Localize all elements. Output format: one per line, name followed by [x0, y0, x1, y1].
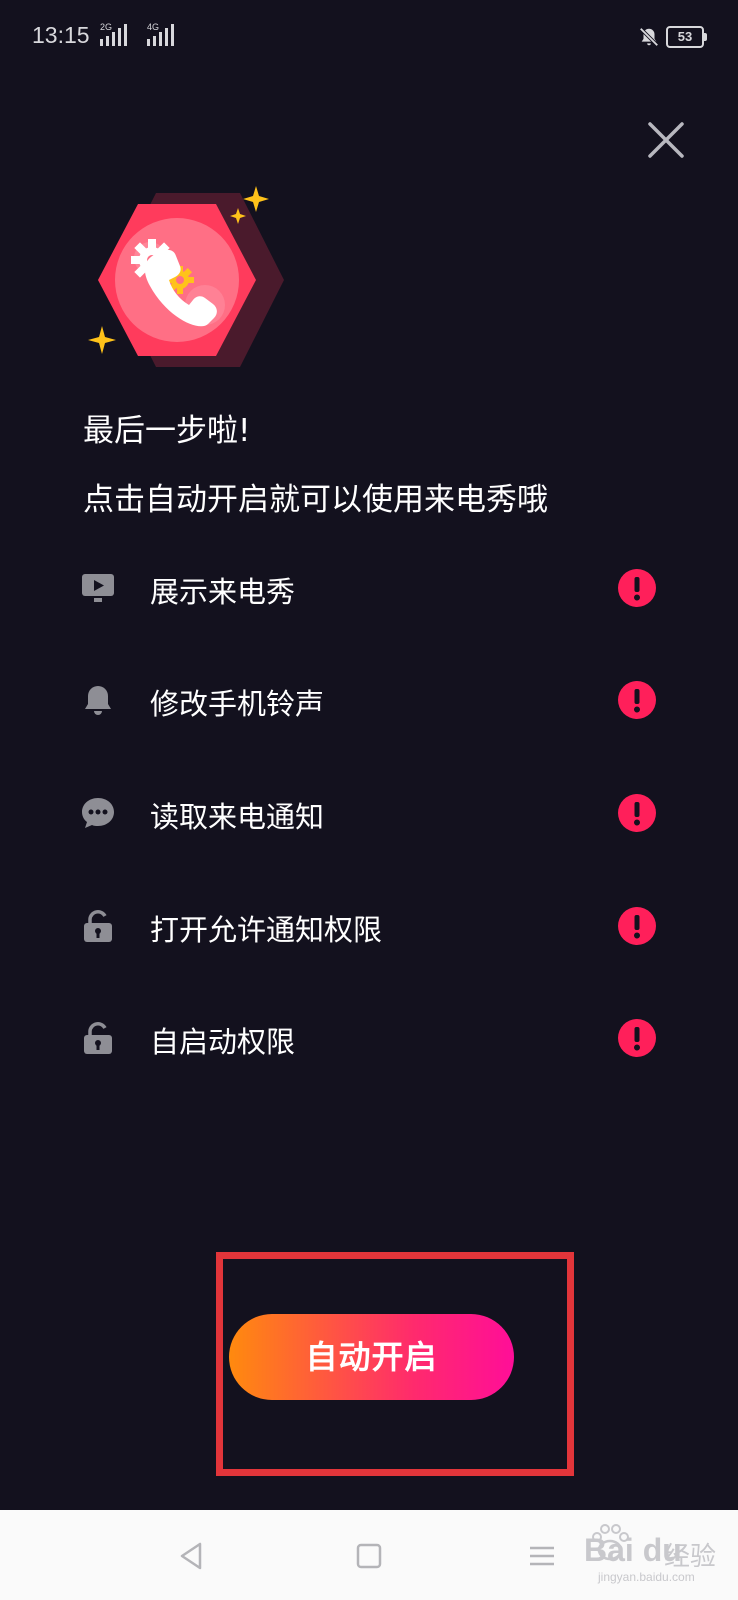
- baidu-watermark: Bai du 经验 jingyan.baidu.com: [532, 1524, 732, 1594]
- warning-icon: [618, 1019, 656, 1057]
- permission-row-show-call[interactable]: 展示来电秀: [0, 553, 738, 623]
- lock-icon: [84, 910, 112, 942]
- permission-label: 修改手机铃声: [150, 687, 325, 721]
- warning-icon: [618, 569, 656, 607]
- bell-icon: [85, 686, 111, 715]
- permission-row-ringtone[interactable]: 修改手机铃声: [0, 665, 738, 735]
- warning-icon: [618, 907, 656, 945]
- back-triangle-icon[interactable]: [170, 1534, 214, 1578]
- permission-label: 打开允许通知权限: [150, 913, 383, 947]
- bell-off-icon: [639, 27, 659, 47]
- lock-icon: [84, 1022, 112, 1054]
- permission-row-autostart[interactable]: 自启动权限: [0, 1003, 738, 1073]
- system-nav-bar: Bai du 经验 jingyan.baidu.com: [0, 1510, 738, 1600]
- permission-row-call-notification[interactable]: 读取来电通知: [0, 778, 738, 848]
- battery-level: 53: [677, 29, 693, 44]
- permission-row-notification-access[interactable]: 打开允许通知权限: [0, 891, 738, 961]
- play-screen-icon: [82, 574, 114, 602]
- signal-icon: 2G: [100, 22, 132, 46]
- battery-icon: 53: [666, 26, 707, 48]
- status-bar: 13:15 2G 4G 53: [0, 0, 738, 76]
- close-button[interactable]: [640, 114, 692, 166]
- watermark-brand-cn: 经验: [664, 1542, 717, 1572]
- permission-label: 展示来电秀: [150, 575, 296, 609]
- warning-icon: [618, 794, 656, 832]
- permission-label: 自启动权限: [150, 1025, 296, 1059]
- status-time: 13:15: [32, 22, 90, 48]
- call-settings-illustration: [88, 186, 284, 367]
- watermark-url: jingyan.baidu.com: [598, 1570, 695, 1584]
- auto-enable-button[interactable]: 自动开启: [229, 1314, 514, 1400]
- signal-icon: 4G: [143, 22, 179, 46]
- signal-type-label: 4G: [147, 22, 160, 32]
- page-title: 最后一步啦!: [83, 413, 251, 449]
- signal-type-label: 2G: [100, 22, 113, 32]
- page-subtitle: 点击自动开启就可以使用来电秀哦: [83, 482, 548, 518]
- home-square-icon[interactable]: [347, 1534, 391, 1578]
- warning-icon: [618, 681, 656, 719]
- permission-label: 读取来电通知: [150, 800, 325, 834]
- chat-bubble-icon: [82, 798, 114, 828]
